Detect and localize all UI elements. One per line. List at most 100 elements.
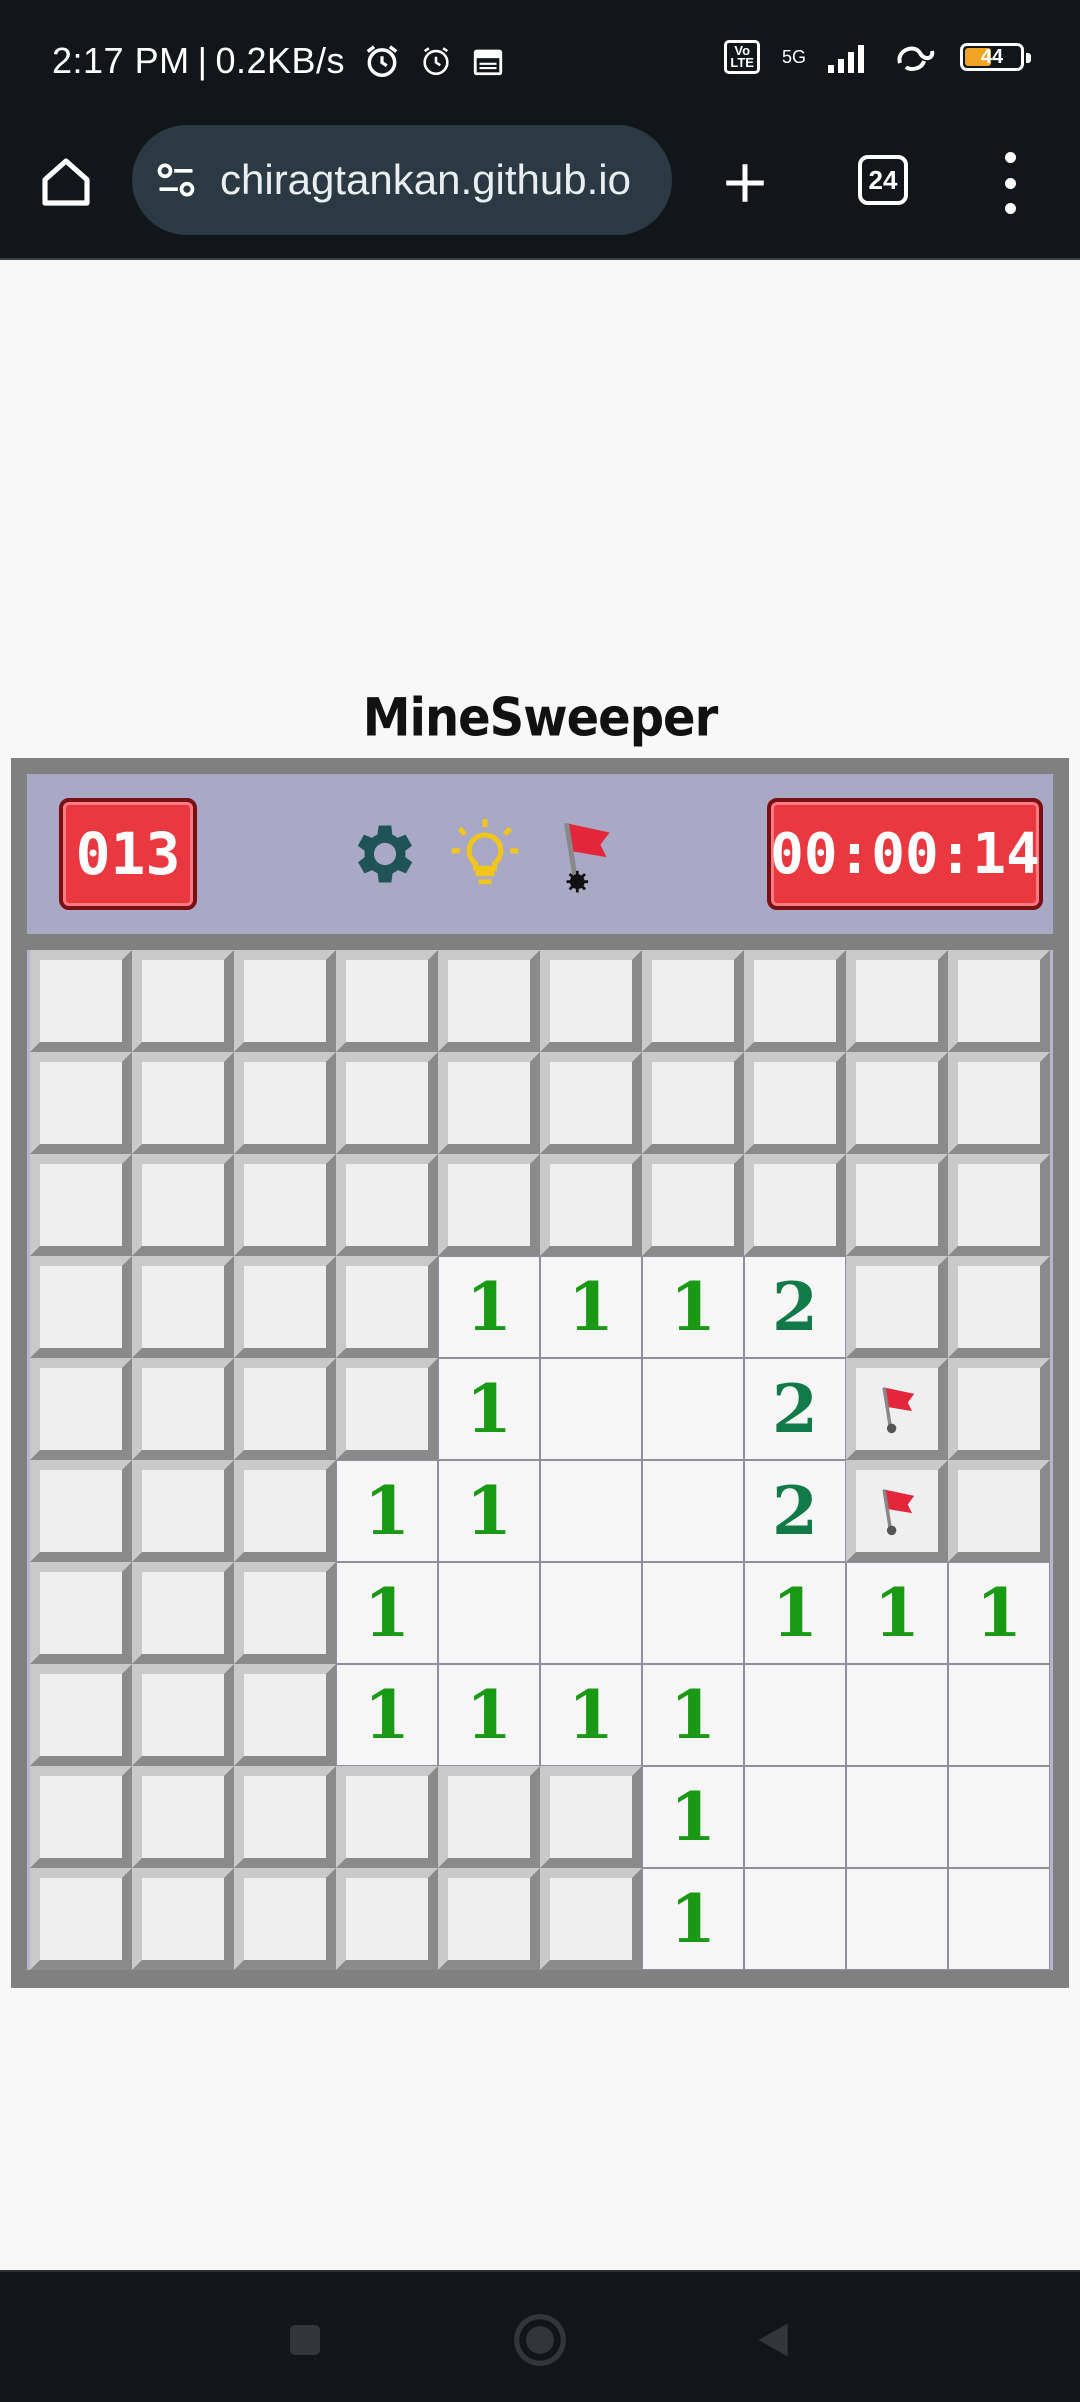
cell-empty[interactable] <box>846 1766 948 1868</box>
cell-number[interactable]: 2 <box>744 1358 846 1460</box>
cell-number[interactable]: 1 <box>642 1766 744 1868</box>
cell-empty[interactable] <box>744 1664 846 1766</box>
cell-hidden[interactable] <box>336 1766 438 1868</box>
cell-hidden[interactable] <box>30 1868 132 1970</box>
cell-hidden[interactable] <box>30 1664 132 1766</box>
cell-number[interactable]: 1 <box>336 1562 438 1664</box>
cell-hidden[interactable] <box>234 1358 336 1460</box>
cell-hidden[interactable] <box>132 1664 234 1766</box>
url-text[interactable]: chiragtankan.github.io <box>220 156 631 204</box>
cell-hidden[interactable] <box>540 1052 642 1154</box>
menu-button[interactable] <box>990 152 1030 214</box>
cell-hidden[interactable] <box>438 1052 540 1154</box>
cell-hidden[interactable] <box>438 950 540 1052</box>
home-button[interactable] <box>36 152 96 212</box>
cell-hidden[interactable] <box>234 950 336 1052</box>
cell-empty[interactable] <box>846 1868 948 1970</box>
cell-hidden[interactable] <box>234 1868 336 1970</box>
cell-flagged[interactable] <box>846 1460 948 1562</box>
cell-hidden[interactable] <box>132 1766 234 1868</box>
cell-hidden[interactable] <box>336 1358 438 1460</box>
cell-hidden[interactable] <box>30 1358 132 1460</box>
cell-hidden[interactable] <box>948 1052 1050 1154</box>
cell-empty[interactable] <box>948 1664 1050 1766</box>
cell-number[interactable]: 1 <box>540 1664 642 1766</box>
cell-hidden[interactable] <box>744 1154 846 1256</box>
cell-flagged[interactable] <box>846 1358 948 1460</box>
cell-hidden[interactable] <box>234 1460 336 1562</box>
cell-hidden[interactable] <box>948 1256 1050 1358</box>
cell-hidden[interactable] <box>540 1154 642 1256</box>
cell-hidden[interactable] <box>642 1154 744 1256</box>
back-button[interactable] <box>745 2312 801 2368</box>
cell-number[interactable]: 2 <box>744 1460 846 1562</box>
cell-hidden[interactable] <box>744 1052 846 1154</box>
cell-hidden[interactable] <box>540 1766 642 1868</box>
cell-empty[interactable] <box>846 1664 948 1766</box>
cell-hidden[interactable] <box>132 1256 234 1358</box>
new-tab-button[interactable] <box>710 148 780 218</box>
cell-number[interactable]: 1 <box>336 1664 438 1766</box>
cell-empty[interactable] <box>642 1358 744 1460</box>
cell-hidden[interactable] <box>744 950 846 1052</box>
cell-hidden[interactable] <box>132 1358 234 1460</box>
cell-hidden[interactable] <box>336 1256 438 1358</box>
cell-hidden[interactable] <box>846 1256 948 1358</box>
cell-number[interactable]: 1 <box>642 1868 744 1970</box>
cell-number[interactable]: 1 <box>438 1460 540 1562</box>
cell-hidden[interactable] <box>234 1256 336 1358</box>
cell-empty[interactable] <box>948 1766 1050 1868</box>
cell-hidden[interactable] <box>846 1154 948 1256</box>
cell-hidden[interactable] <box>30 1460 132 1562</box>
settings-button[interactable] <box>347 809 423 899</box>
cell-empty[interactable] <box>642 1460 744 1562</box>
cell-number[interactable]: 1 <box>438 1256 540 1358</box>
cell-hidden[interactable] <box>234 1562 336 1664</box>
cell-hidden[interactable] <box>30 1154 132 1256</box>
cell-empty[interactable] <box>540 1562 642 1664</box>
address-bar[interactable]: chiragtankan.github.io <box>132 125 672 235</box>
recents-button[interactable] <box>277 2312 333 2368</box>
cell-number[interactable]: 1 <box>540 1256 642 1358</box>
cell-number[interactable]: 1 <box>846 1562 948 1664</box>
home-nav-button[interactable] <box>512 2312 568 2368</box>
cell-hidden[interactable] <box>642 1052 744 1154</box>
cell-hidden[interactable] <box>948 1154 1050 1256</box>
cell-hidden[interactable] <box>540 950 642 1052</box>
cell-hidden[interactable] <box>438 1154 540 1256</box>
cell-hidden[interactable] <box>438 1766 540 1868</box>
cell-empty[interactable] <box>744 1766 846 1868</box>
cell-hidden[interactable] <box>30 950 132 1052</box>
cell-hidden[interactable] <box>846 1052 948 1154</box>
cell-hidden[interactable] <box>132 1154 234 1256</box>
cell-hidden[interactable] <box>336 1868 438 1970</box>
cell-empty[interactable] <box>438 1562 540 1664</box>
cell-hidden[interactable] <box>642 950 744 1052</box>
cell-hidden[interactable] <box>132 1460 234 1562</box>
cell-number[interactable]: 1 <box>744 1562 846 1664</box>
cell-empty[interactable] <box>642 1562 744 1664</box>
cell-empty[interactable] <box>540 1460 642 1562</box>
cell-hidden[interactable] <box>132 1868 234 1970</box>
cell-hidden[interactable] <box>30 1256 132 1358</box>
cell-number[interactable]: 1 <box>948 1562 1050 1664</box>
cell-hidden[interactable] <box>540 1868 642 1970</box>
cell-number[interactable]: 1 <box>642 1256 744 1358</box>
cell-hidden[interactable] <box>948 1460 1050 1562</box>
cell-hidden[interactable] <box>234 1154 336 1256</box>
tab-switcher-button[interactable]: 24 <box>858 155 908 205</box>
cell-hidden[interactable] <box>132 1052 234 1154</box>
cell-number[interactable]: 1 <box>438 1358 540 1460</box>
cell-hidden[interactable] <box>336 950 438 1052</box>
tune-icon[interactable] <box>154 158 198 202</box>
cell-hidden[interactable] <box>30 1766 132 1868</box>
cell-hidden[interactable] <box>948 950 1050 1052</box>
cell-hidden[interactable] <box>30 1052 132 1154</box>
cell-hidden[interactable] <box>336 1154 438 1256</box>
cell-hidden[interactable] <box>336 1052 438 1154</box>
cell-number[interactable]: 1 <box>336 1460 438 1562</box>
cell-hidden[interactable] <box>132 1562 234 1664</box>
cell-number[interactable]: 1 <box>438 1664 540 1766</box>
cell-number[interactable]: 2 <box>744 1256 846 1358</box>
cell-hidden[interactable] <box>234 1766 336 1868</box>
